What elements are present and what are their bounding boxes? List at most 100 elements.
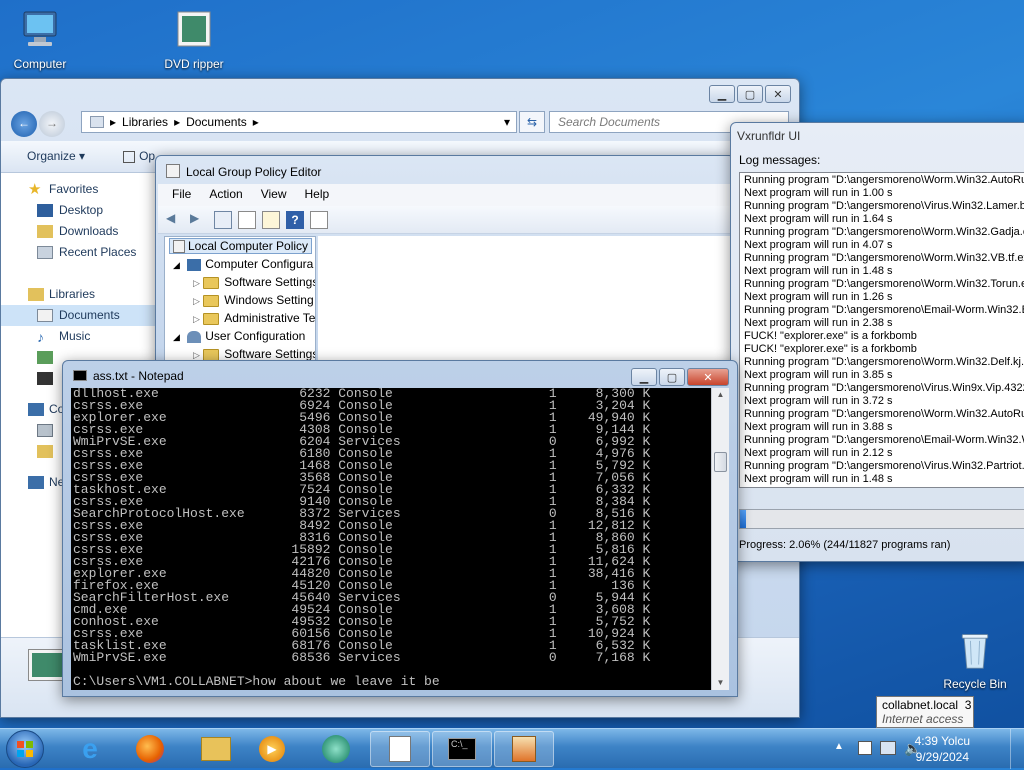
forward-button[interactable]: → (39, 111, 65, 137)
menu-bar: File Action View Help (158, 184, 732, 206)
menu-view[interactable]: View (261, 187, 287, 203)
breadcrumb-separator: ▸ (174, 115, 181, 129)
taskbar-ie[interactable]: e (60, 731, 120, 767)
cmd-icon: C:\_ (448, 738, 476, 760)
log-line: Running program "D:\angersmoreno\Virus.W… (744, 382, 1024, 394)
nav-favorites[interactable]: ★ Favorites (1, 179, 156, 200)
windows-logo-icon (17, 741, 33, 757)
network-icon[interactable] (880, 741, 896, 755)
organize-button[interactable]: Organize ▾ (27, 149, 85, 164)
scrollbar-thumb[interactable] (714, 452, 727, 472)
nav-desktop[interactable]: Desktop (1, 200, 156, 221)
export-icon[interactable] (262, 211, 280, 229)
tree-software-settings[interactable]: ▷ Software Settings (165, 273, 315, 291)
taskbar-cmd[interactable]: C:\_ (432, 731, 492, 767)
start-button[interactable] (6, 730, 44, 768)
clock-time: 4:39 Yolcu (914, 734, 970, 748)
minimize-button[interactable]: ▁ (631, 368, 657, 386)
process-list: dllhost.exe 6232 Console 1 8,300 K csrss… (73, 388, 651, 665)
back-button[interactable]: ← (11, 111, 37, 137)
policy-tree: Local Computer Policy ◢ Computer Configu… (164, 236, 316, 364)
filter-icon[interactable] (310, 211, 328, 229)
policy-icon (166, 164, 180, 178)
desktop-icon-dvd-ripper[interactable]: DVD ripper (156, 10, 232, 71)
show-desktop-button[interactable] (1010, 729, 1024, 769)
open-button[interactable]: Op (109, 149, 155, 164)
nav-documents[interactable]: Documents (1, 305, 156, 326)
minimize-button[interactable]: ▁ (709, 85, 735, 103)
documents-icon (37, 309, 53, 322)
network-tooltip: collabnet.local 3 Internet access (876, 696, 974, 728)
properties-icon[interactable] (238, 211, 256, 229)
progress-bar-fill (740, 510, 746, 528)
show-tree-icon[interactable] (214, 211, 232, 229)
log-line: Running program "D:\angersmoreno\Email-W… (744, 304, 1024, 316)
computer-icon (28, 403, 44, 416)
vxrunfldr-window[interactable]: Vxrunfldr UI Log messages: Running progr… (730, 122, 1024, 562)
log-line: Running program "D:\angersmoreno\Worm.Wi… (744, 226, 1024, 238)
window-title: Vxrunfldr UI (737, 129, 801, 143)
installer-icon (512, 736, 536, 762)
refresh-button[interactable]: ⇆ (519, 111, 545, 133)
back-icon[interactable]: ◀ (166, 211, 184, 229)
collapse-icon[interactable]: ◢ (173, 260, 180, 270)
menu-help[interactable]: Help (305, 187, 330, 203)
log-line: Running program "D:\angersmoreno\Worm.Wi… (744, 252, 1024, 264)
address-bar[interactable]: ▸ Libraries ▸ Documents ▸ ▾ (81, 111, 517, 133)
nav-recent-places[interactable]: Recent Places (1, 242, 156, 263)
breadcrumb-libraries[interactable]: Libraries (122, 115, 168, 129)
log-line: Next program will run in 1.48 s (744, 265, 893, 277)
desktop-icon-recycle-bin[interactable]: Recycle Bin (937, 630, 1013, 691)
log-line: Next program will run in 1.64 s (744, 213, 893, 225)
tree-computer-configuration[interactable]: ◢ Computer Configura (165, 255, 315, 273)
breadcrumb-documents[interactable]: Documents (186, 115, 247, 129)
close-button[interactable]: ✕ (765, 85, 791, 103)
forward-icon[interactable]: ▶ (190, 211, 208, 229)
tree-windows-settings[interactable]: ▷ Windows Setting (165, 291, 315, 309)
action-center-icon[interactable] (858, 741, 872, 755)
tree-root[interactable]: Local Computer Policy (165, 237, 315, 255)
expand-icon[interactable]: ▷ (193, 350, 200, 360)
menu-action[interactable]: Action (209, 187, 242, 203)
expand-icon[interactable]: ▷ (193, 296, 200, 306)
folder-icon (90, 116, 104, 128)
taskbar-notepad[interactable] (370, 731, 430, 767)
scroll-down-icon[interactable]: ▼ (712, 676, 729, 690)
dvd-ripper-icon (177, 11, 211, 47)
taskbar-vxrunfldr[interactable] (494, 731, 554, 767)
vertical-scrollbar[interactable]: ▲ ▼ (711, 388, 729, 690)
menu-file[interactable]: File (172, 187, 191, 203)
expand-icon[interactable]: ▷ (193, 278, 200, 288)
taskbar-firefox[interactable] (120, 731, 180, 767)
maximize-button[interactable]: ▢ (737, 85, 763, 103)
desktop-icon-computer[interactable]: Computer (2, 10, 78, 71)
maximize-button[interactable]: ▢ (659, 368, 685, 386)
nav-libraries[interactable]: Libraries (1, 284, 156, 305)
folder-icon (203, 276, 220, 289)
expand-icon[interactable]: ▷ (193, 314, 200, 324)
nav-music[interactable]: ♪ Music (1, 326, 156, 347)
close-button[interactable]: ✕ (687, 368, 729, 386)
tree-user-configuration[interactable]: ◢ User Configuration (165, 327, 315, 345)
collapse-icon[interactable]: ◢ (173, 332, 180, 342)
log-line: Running program "D:\angersmoreno\Worm.Wi… (744, 278, 1024, 290)
log-messages-list[interactable]: Running program "D:\angersmoreno\Worm.Wi… (739, 172, 1024, 488)
taskbar-app[interactable] (306, 731, 366, 767)
log-line: Next program will run in 3.85 s (744, 369, 893, 381)
progress-text: Progress: 2.06% (244/11827 programs ran) (739, 539, 951, 551)
nav-downloads[interactable]: Downloads (1, 221, 156, 242)
text-content[interactable]: dllhost.exe 6232 Console 1 8,300 K csrss… (71, 388, 711, 690)
group-policy-window[interactable]: Local Group Policy Editor File Action Vi… (155, 155, 735, 365)
address-dropdown-icon[interactable]: ▾ (504, 115, 510, 129)
back-arrow-icon: ← (18, 116, 30, 130)
help-icon[interactable]: ? (286, 211, 304, 229)
videos-icon (37, 372, 53, 385)
scroll-up-icon[interactable]: ▲ (712, 388, 729, 402)
media-player-icon: ▶ (259, 736, 285, 762)
taskbar-explorer[interactable] (186, 731, 246, 767)
show-hidden-icons-icon[interactable]: ▲ (834, 741, 844, 752)
notepad-window[interactable]: ass.txt - Notepad ▁ ▢ ✕ dllhost.exe 6232… (62, 360, 738, 697)
taskbar-media-player[interactable]: ▶ (242, 731, 302, 767)
clock[interactable]: 4:39 Yolcu 9/29/2024 (915, 733, 970, 765)
tree-administrative-templates[interactable]: ▷ Administrative Te (165, 309, 315, 327)
